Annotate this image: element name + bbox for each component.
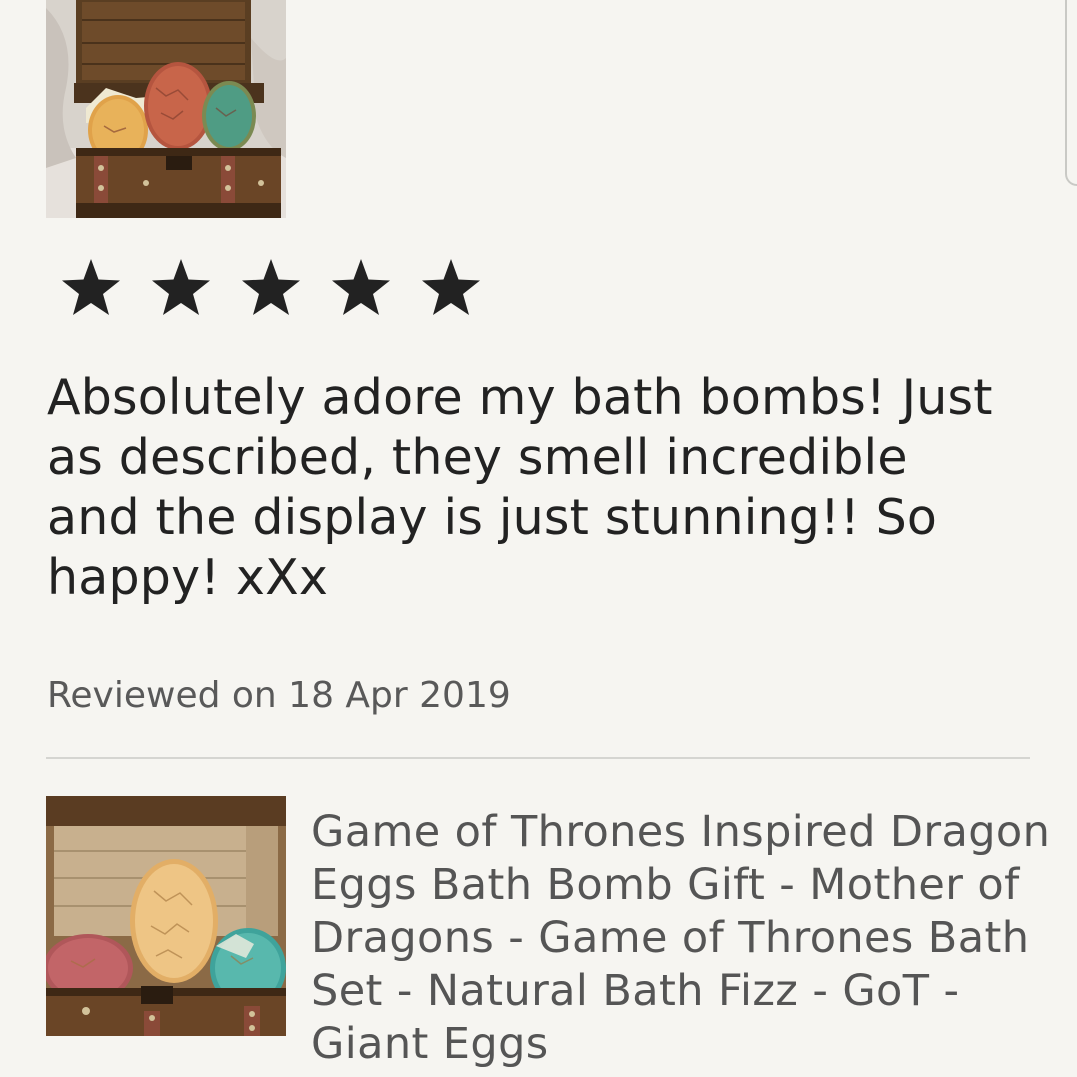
review-date: Reviewed on 18 Apr 2019 [47,675,511,716]
star-icon [422,259,480,315]
scroll-indicator [1065,0,1077,186]
star-icon [62,259,120,315]
review-photo[interactable] [46,0,286,218]
dragon-eggs-chest-photo-icon [46,0,286,218]
star-icon [242,259,300,315]
star-icon [332,259,390,315]
star-rating [58,255,484,321]
review-text: Absolutely adore my bath bombs! Just as … [47,369,993,606]
listing-photo[interactable] [46,796,286,1036]
divider [46,757,1030,759]
dragon-eggs-chest-photo-icon [46,796,286,1036]
star-icon [152,259,210,315]
listing-title[interactable]: Game of Thrones Inspired Dragon Eggs Bat… [311,806,1051,1071]
